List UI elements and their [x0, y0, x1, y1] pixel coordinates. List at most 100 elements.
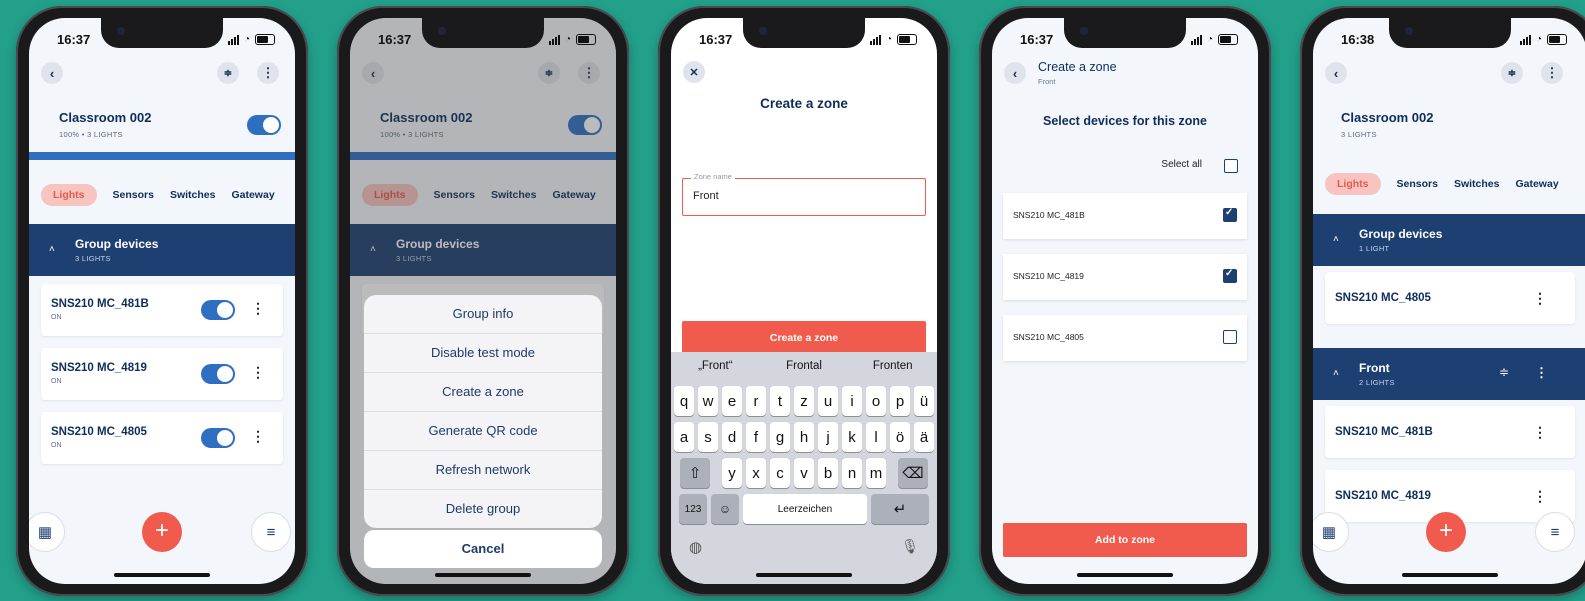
- back-button[interactable]: ‹: [1325, 62, 1347, 84]
- key[interactable]: c: [770, 458, 790, 488]
- more-vertical-icon[interactable]: ⋮: [1533, 488, 1547, 505]
- device-card[interactable]: SNS210 MC_4805 ⋮: [1325, 272, 1575, 324]
- filter-button[interactable]: ≑: [1501, 62, 1523, 84]
- more-vertical-icon[interactable]: ⋮: [251, 300, 265, 317]
- select-all-checkbox[interactable]: [1224, 159, 1238, 173]
- key[interactable]: i: [842, 386, 862, 416]
- key[interactable]: ö: [890, 422, 910, 452]
- key[interactable]: j: [818, 422, 838, 452]
- key[interactable]: o: [866, 386, 886, 416]
- device-card[interactable]: SNS210 MC_4819 ON ⋮: [41, 348, 283, 400]
- key[interactable]: n: [842, 458, 862, 488]
- back-button[interactable]: ‹: [1004, 62, 1026, 84]
- key[interactable]: ä: [914, 422, 934, 452]
- key[interactable]: r: [746, 386, 766, 416]
- key[interactable]: e: [722, 386, 742, 416]
- return-icon[interactable]: ↵: [871, 494, 929, 524]
- device-select-card[interactable]: SNS210 MC_4819: [1003, 254, 1247, 300]
- key[interactable]: d: [722, 422, 742, 452]
- key[interactable]: l: [866, 422, 886, 452]
- device-card[interactable]: SNS210 MC_4805 ON ⋮: [41, 412, 283, 464]
- tab-lights[interactable]: Lights: [41, 184, 97, 206]
- device-checkbox[interactable]: [1223, 330, 1237, 344]
- key[interactable]: x: [746, 458, 766, 488]
- globe-icon[interactable]: ◍: [689, 538, 702, 556]
- more-vertical-icon[interactable]: ⋮: [1533, 290, 1547, 307]
- menu-item-generate-qr[interactable]: Generate QR code: [364, 412, 602, 451]
- filter-button[interactable]: ≑: [217, 62, 239, 84]
- menu-button[interactable]: ≡: [1535, 512, 1575, 552]
- more-vertical-icon[interactable]: ⋮: [1533, 424, 1547, 441]
- device-select-card[interactable]: SNS210 MC_4805: [1003, 315, 1247, 361]
- more-vertical-icon[interactable]: ⋮: [251, 364, 265, 381]
- device-card[interactable]: SNS210 MC_481B ON ⋮: [41, 284, 283, 336]
- cancel-button[interactable]: Cancel: [364, 530, 602, 568]
- zone-name-field[interactable]: Zone name Front: [682, 172, 926, 216]
- key[interactable]: a: [674, 422, 694, 452]
- device-checkbox[interactable]: [1223, 268, 1237, 283]
- key[interactable]: b: [818, 458, 838, 488]
- microphone-icon[interactable]: 🎙︎: [901, 538, 919, 555]
- room-toggle[interactable]: [247, 115, 281, 135]
- key[interactable]: p: [890, 386, 910, 416]
- key[interactable]: f: [746, 422, 766, 452]
- device-toggle[interactable]: [201, 300, 235, 320]
- tab-gateway[interactable]: Gateway: [231, 184, 274, 206]
- key[interactable]: t: [770, 386, 790, 416]
- add-to-zone-button[interactable]: Add to zone: [1003, 523, 1247, 557]
- tab-sensors[interactable]: Sensors: [1397, 173, 1438, 195]
- key[interactable]: w: [698, 386, 718, 416]
- key[interactable]: s: [698, 422, 718, 452]
- numbers-key[interactable]: 123: [679, 494, 707, 524]
- device-checkbox[interactable]: [1223, 207, 1237, 222]
- more-button[interactable]: ⋮: [1541, 62, 1563, 84]
- more-vertical-icon[interactable]: ⋮: [251, 428, 265, 445]
- more-button[interactable]: ⋮: [257, 62, 279, 84]
- menu-item-refresh-network[interactable]: Refresh network: [364, 451, 602, 490]
- device-select-card[interactable]: SNS210 MC_481B: [1003, 193, 1247, 239]
- add-button[interactable]: +: [1426, 512, 1466, 552]
- tab-switches[interactable]: Switches: [1454, 173, 1500, 195]
- suggestion[interactable]: „Front“: [671, 360, 760, 372]
- key[interactable]: m: [866, 458, 886, 488]
- tab-lights[interactable]: Lights: [1325, 173, 1381, 195]
- tab-sensors[interactable]: Sensors: [113, 184, 154, 206]
- key[interactable]: g: [770, 422, 790, 452]
- key[interactable]: z: [794, 386, 814, 416]
- building-button[interactable]: ▦: [1313, 512, 1349, 552]
- menu-item-disable-test-mode[interactable]: Disable test mode: [364, 334, 602, 373]
- create-zone-button[interactable]: Create a zone: [682, 321, 926, 355]
- building-button[interactable]: ▦: [29, 512, 65, 552]
- device-toggle[interactable]: [201, 428, 235, 448]
- key[interactable]: v: [794, 458, 814, 488]
- key[interactable]: q: [674, 386, 694, 416]
- suggestion[interactable]: Frontal: [760, 360, 849, 372]
- menu-item-group-info[interactable]: Group info: [364, 295, 602, 334]
- key[interactable]: h: [794, 422, 814, 452]
- group-header[interactable]: ˄ Group devices 1 LIGHT: [1313, 214, 1585, 266]
- tab-gateway[interactable]: Gateway: [1515, 173, 1558, 195]
- menu-item-delete-group[interactable]: Delete group: [364, 490, 602, 528]
- device-toggle[interactable]: [201, 364, 235, 384]
- key[interactable]: u: [818, 386, 838, 416]
- sliders-icon[interactable]: ≑: [1499, 365, 1509, 379]
- suggestion[interactable]: Fronten: [848, 360, 937, 372]
- backspace-icon[interactable]: ⌫: [898, 458, 928, 488]
- menu-item-create-zone[interactable]: Create a zone: [364, 373, 602, 412]
- more-vertical-icon[interactable]: ⋮: [1535, 365, 1548, 381]
- key[interactable]: y: [722, 458, 742, 488]
- group-header[interactable]: ˄ Group devices 3 LIGHTS: [29, 224, 295, 276]
- space-key[interactable]: Leerzeichen: [743, 494, 867, 524]
- close-button[interactable]: ✕: [683, 61, 705, 83]
- zone-header[interactable]: ˄ Front 2 LIGHTS ≑ ⋮: [1313, 348, 1585, 400]
- shift-icon[interactable]: ⇧: [680, 458, 710, 488]
- menu-button[interactable]: ≡: [251, 512, 291, 552]
- key[interactable]: k: [842, 422, 862, 452]
- emoji-icon[interactable]: ☺: [711, 494, 739, 524]
- device-card[interactable]: SNS210 MC_481B ⋮: [1325, 406, 1575, 458]
- back-button[interactable]: ‹: [41, 62, 63, 84]
- brightness-bar[interactable]: [29, 152, 295, 160]
- tab-switches[interactable]: Switches: [170, 184, 216, 206]
- key[interactable]: ü: [914, 386, 934, 416]
- add-button[interactable]: +: [142, 512, 182, 552]
